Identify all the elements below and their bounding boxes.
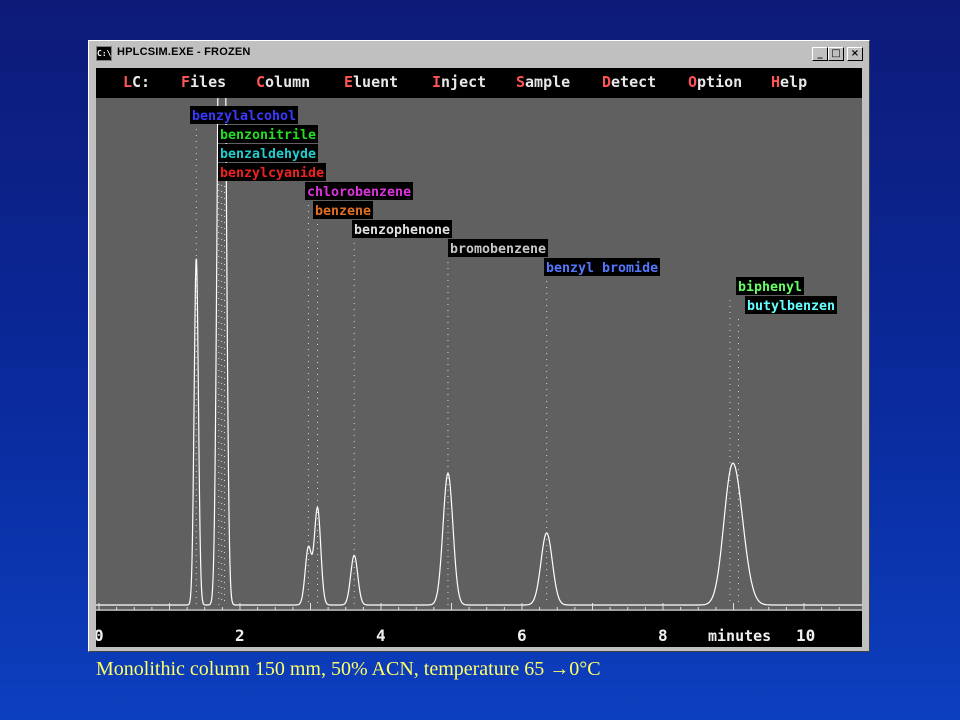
window-title: HPLCSIM.EXE - FROZEN bbox=[117, 46, 251, 58]
menu-bar: LC: Files Column Eluent Inject Sample Detect Op… bbox=[96, 68, 862, 96]
menu-label: olumn bbox=[265, 73, 311, 91]
menu-item-inject[interactable]: Inject bbox=[432, 73, 486, 91]
peak-label: chlorobenzene bbox=[305, 182, 413, 200]
peak-label-text: bromobenzene bbox=[450, 242, 546, 257]
menu-item-column[interactable]: Column bbox=[256, 73, 310, 91]
peak-label-text: benzylalcohol bbox=[192, 109, 296, 124]
x-axis-label: minutes bbox=[708, 627, 771, 645]
peak-label: benzylcyanide bbox=[218, 163, 326, 181]
peak-label: benzaldehyde bbox=[218, 144, 318, 162]
menu-item-sample[interactable]: Sample bbox=[516, 73, 570, 91]
console-app-icon[interactable]: C:\ bbox=[96, 46, 112, 61]
menu-label: luent bbox=[353, 73, 399, 91]
peak-label: bromobenzene bbox=[448, 239, 548, 257]
menu-item-option[interactable]: Option bbox=[688, 73, 742, 91]
menu-hotkey: H bbox=[771, 73, 781, 91]
x-tick-label: 0 bbox=[96, 626, 104, 645]
menu-label: C: bbox=[132, 73, 151, 91]
peak-label: benzophenone bbox=[352, 220, 452, 238]
plot-area bbox=[96, 98, 862, 611]
peak-label: benzylalcohol bbox=[190, 106, 298, 124]
arrow-icon: → bbox=[549, 658, 570, 680]
menu-label: elp bbox=[780, 73, 808, 91]
close-button[interactable]: × bbox=[847, 47, 863, 61]
minimize-button[interactable]: _ bbox=[812, 47, 828, 61]
menu-item-lc[interactable]: LC: bbox=[123, 73, 150, 91]
peak-label: benzonitrile bbox=[218, 125, 318, 143]
peak-label-text: biphenyl bbox=[738, 279, 802, 295]
x-tick-label: 10 bbox=[796, 626, 815, 645]
menu-hotkey: F bbox=[181, 73, 191, 91]
peak-label-text: benzyl bromide bbox=[546, 260, 658, 276]
menu-label: ample bbox=[525, 73, 571, 91]
hplcsim-window: C:\ HPLCSIM.EXE - FROZEN _ □ × LC: Files C… bbox=[88, 40, 870, 652]
maximize-button[interactable]: □ bbox=[828, 47, 844, 61]
menu-hotkey: O bbox=[688, 73, 698, 91]
x-tick-label: 6 bbox=[517, 626, 527, 645]
menu-label: etect bbox=[611, 73, 657, 91]
menu-hotkey: D bbox=[602, 73, 612, 91]
peak-label-text: butylbenzen bbox=[747, 299, 835, 314]
peak-label-text: benzonitrile bbox=[220, 127, 316, 143]
title-bar[interactable]: C:\ HPLCSIM.EXE - FROZEN _ □ × bbox=[92, 44, 866, 64]
menu-label: ption bbox=[697, 73, 743, 91]
x-tick-label: 4 bbox=[376, 626, 386, 645]
menu-item-help[interactable]: Help bbox=[771, 73, 807, 91]
console-area: LC: Files Column Eluent Inject Sample Detect Op… bbox=[96, 68, 862, 647]
peak-label: benzyl bromide bbox=[544, 258, 660, 276]
menu-hotkey: C bbox=[256, 73, 266, 91]
peak-label-text: benzylcyanide bbox=[220, 165, 324, 181]
caption-tail: 0°C bbox=[569, 658, 601, 680]
chromatogram-chart: 0 2 4 6 8 10 minutes benzylalcohol benzonitrile b… bbox=[96, 98, 862, 647]
menu-hotkey: S bbox=[516, 73, 526, 91]
peak-label: benzene bbox=[313, 201, 373, 219]
peak-label: biphenyl bbox=[736, 277, 804, 295]
peak-label-text: benzene bbox=[315, 204, 371, 219]
menu-item-eluent[interactable]: Eluent bbox=[344, 73, 398, 91]
caption-main: Monolithic column 150 mm, 50% ACN, tempe… bbox=[96, 658, 550, 680]
slide-caption: Monolithic column 150 mm, 50% ACN, tempe… bbox=[96, 658, 601, 681]
menu-hotkey: I bbox=[432, 73, 442, 91]
peak-label: butylbenzen bbox=[745, 296, 837, 314]
x-tick-label: 2 bbox=[235, 626, 245, 645]
menu-label: iles bbox=[190, 73, 227, 91]
menu-hotkey: E bbox=[344, 73, 354, 91]
menu-label: nject bbox=[441, 73, 487, 91]
x-tick-label: 8 bbox=[658, 626, 668, 645]
peak-label-text: benzaldehyde bbox=[220, 147, 316, 162]
peak-label-text: chlorobenzene bbox=[307, 185, 411, 200]
menu-item-detect[interactable]: Detect bbox=[602, 73, 656, 91]
menu-hotkey: L bbox=[123, 73, 133, 91]
peak-label-text: benzophenone bbox=[354, 223, 450, 238]
menu-item-files[interactable]: Files bbox=[181, 73, 226, 91]
